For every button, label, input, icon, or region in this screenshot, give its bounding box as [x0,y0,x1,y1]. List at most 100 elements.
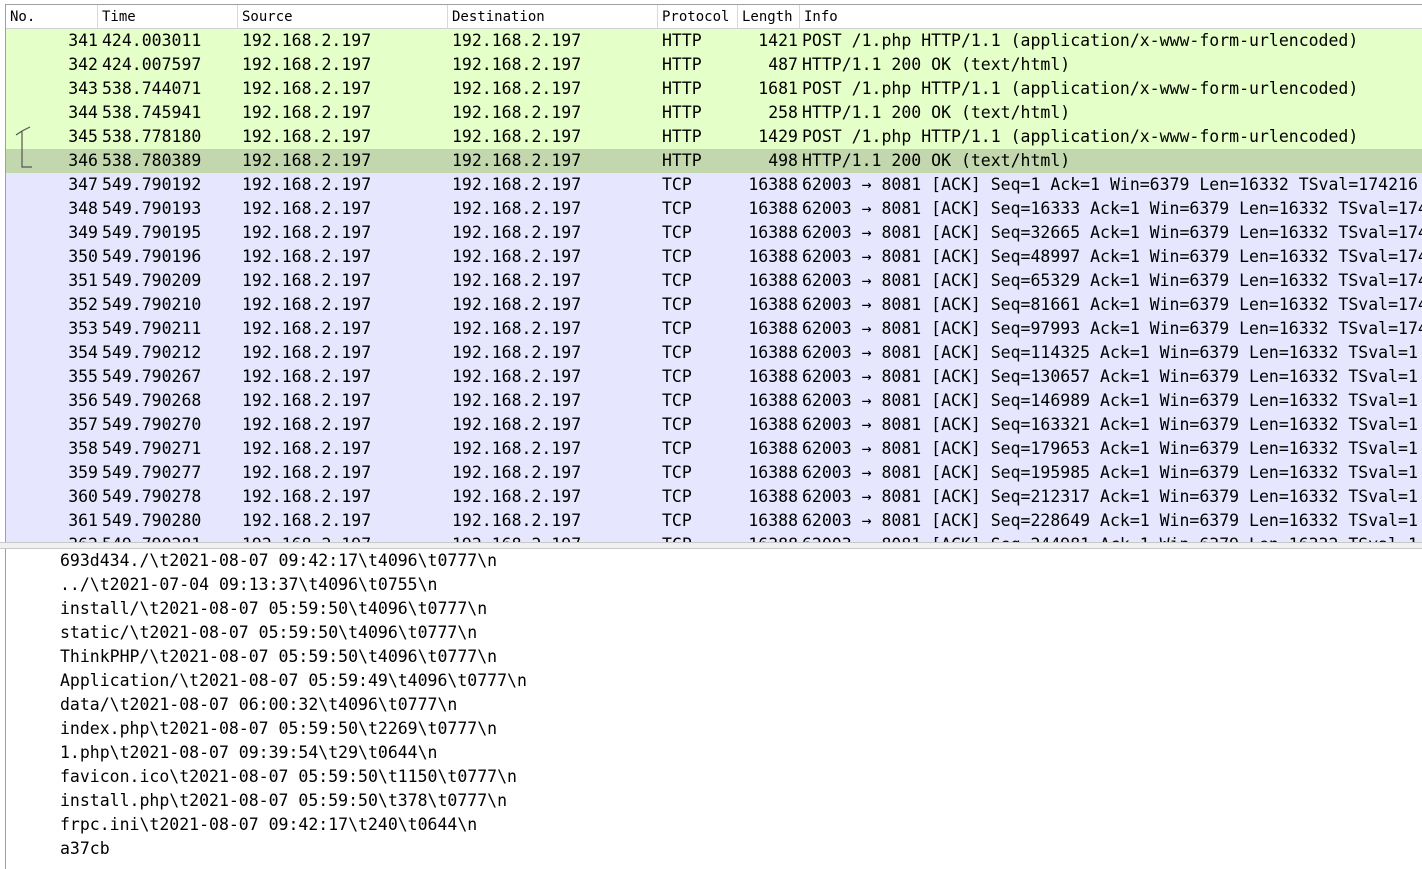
packet-no: 352 [68,295,98,314]
packet-length: 16388 [748,271,798,290]
content-line: install.php\t2021-08-07 05:59:50\t378\t0… [60,791,508,810]
content-line: ../\t2021-07-04 09:13:37\t4096\t0755\n [60,575,438,594]
packet-length: 258 [768,103,798,122]
packet-protocol: TCP [662,247,692,266]
packet-row[interactable]: 356 549.790268 192.168.2.197 192.168.2.197 T… [6,389,1422,413]
pane-splitter[interactable] [0,542,1422,549]
packet-row[interactable]: 350 549.790196 192.168.2.197 192.168.2.197 T… [6,245,1422,269]
packet-length: 1681 [758,79,798,98]
packet-no: 348 [68,199,98,218]
packet-source: 192.168.2.197 [242,55,372,74]
packet-row[interactable]: 349 549.790195 192.168.2.197 192.168.2.197 T… [6,221,1422,245]
packet-length: 16388 [748,487,798,506]
column-header-length[interactable]: Length [738,5,800,29]
packet-row[interactable]: 360 549.790278 192.168.2.197 192.168.2.197 T… [6,485,1422,509]
packet-no: 344 [68,103,98,122]
column-header-protocol[interactable]: Protocol [658,5,738,29]
packet-source: 192.168.2.197 [242,175,372,194]
packet-destination: 192.168.2.197 [452,319,582,338]
packet-length: 1429 [758,127,798,146]
packet-info: 62003 → 8081 [ACK] Seq=65329 Ack=1 Win=6… [802,271,1422,290]
packet-row[interactable]: 345 538.778180 192.168.2.197 192.168.2.197 H… [6,125,1422,149]
packet-time: 549.790193 [102,199,202,218]
packet-protocol: HTTP [662,151,702,170]
packet-row[interactable]: 342 424.007597 192.168.2.197 192.168.2.197 H… [6,53,1422,77]
packet-protocol: HTTP [662,103,702,122]
packet-length: 16388 [748,415,798,434]
content-line: 1.php\t2021-08-07 09:39:54\t29\t0644\n [60,743,438,762]
packet-info: 62003 → 8081 [ACK] Seq=130657 Ack=1 Win=… [802,367,1418,386]
packet-destination: 192.168.2.197 [452,79,582,98]
packet-destination: 192.168.2.197 [452,367,582,386]
column-header-info[interactable]: Info [800,5,1422,29]
packet-protocol: TCP [662,415,692,434]
packet-no: 347 [68,175,98,194]
column-header-no[interactable]: No. [6,5,98,29]
packet-destination: 192.168.2.197 [452,391,582,410]
packet-info: HTTP/1.1 200 OK (text/html) [802,103,1071,122]
packet-protocol: TCP [662,367,692,386]
packet-row[interactable]: 355 549.790267 192.168.2.197 192.168.2.197 T… [6,365,1422,389]
packet-row[interactable]: 354 549.790212 192.168.2.197 192.168.2.197 T… [6,341,1422,365]
packet-length: 498 [768,151,798,170]
packet-rows: 341 424.003011 192.168.2.197 192.168.2.197 H… [6,29,1422,542]
packet-row[interactable]: 347 549.790192 192.168.2.197 192.168.2.197 T… [6,173,1422,197]
packet-source: 192.168.2.197 [242,151,372,170]
packet-no: 349 [68,223,98,242]
packet-time: 549.790270 [102,415,202,434]
packet-source: 192.168.2.197 [242,31,372,50]
packet-info: POST /1.php HTTP/1.1 (application/x-www-… [802,31,1359,50]
packet-length: 16388 [748,391,798,410]
packet-source: 192.168.2.197 [242,295,372,314]
packet-length: 16388 [748,439,798,458]
packet-row[interactable]: 348 549.790193 192.168.2.197 192.168.2.197 T… [6,197,1422,221]
packet-time: 538.780389 [102,151,202,170]
packet-source: 192.168.2.197 [242,223,372,242]
column-header-source[interactable]: Source [238,5,448,29]
packet-destination: 192.168.2.197 [452,223,582,242]
packet-time: 549.790192 [102,175,202,194]
packet-info: 62003 → 8081 [ACK] Seq=1 Ack=1 Win=6379 … [802,175,1418,194]
packet-source: 192.168.2.197 [242,487,372,506]
packet-row[interactable]: 359 549.790277 192.168.2.197 192.168.2.197 T… [6,461,1422,485]
packet-source: 192.168.2.197 [242,533,452,542]
packet-row[interactable]: 344 538.745941 192.168.2.197 192.168.2.197 H… [6,101,1422,125]
packet-source: 192.168.2.197 [242,367,372,386]
packet-info: 62003 → 8081 [ACK] Seq=32665 Ack=1 Win=6… [802,223,1422,242]
packet-source: 192.168.2.197 [242,463,372,482]
content-lines: 693d434./\t2021-08-07 09:42:17\t4096\t07… [6,549,1422,861]
packet-row[interactable]: 352 549.790210 192.168.2.197 192.168.2.197 T… [6,293,1422,317]
packet-row[interactable]: 361 549.790280 192.168.2.197 192.168.2.197 T… [6,509,1422,533]
packet-time: 549.790212 [102,343,202,362]
packet-row[interactable]: 362549.790281192.168.2.197192.168.2.197T… [6,533,1422,542]
packet-destination: 192.168.2.197 [452,343,582,362]
packet-source: 192.168.2.197 [242,439,372,458]
packet-time: 549.790271 [102,439,202,458]
packet-time: 549.790196 [102,247,202,266]
packet-row[interactable]: 353 549.790211 192.168.2.197 192.168.2.197 T… [6,317,1422,341]
content-line: 693d434./\t2021-08-07 09:42:17\t4096\t07… [60,551,498,570]
packet-length: 16388 [748,319,798,338]
packet-list[interactable]: No. Time Source Destination Protocol Len… [5,4,1422,542]
packet-info: 62003 → 8081 [ACK] Seq=146989 Ack=1 Win=… [802,391,1418,410]
packet-row[interactable]: 357 549.790270 192.168.2.197 192.168.2.197 T… [6,413,1422,437]
column-header-time[interactable]: Time [98,5,238,29]
packet-source: 192.168.2.197 [242,127,372,146]
packet-row[interactable]: 343 538.744071 192.168.2.197 192.168.2.197 H… [6,77,1422,101]
packet-info: 62003 → 8081 [ACK] Seq=16333 Ack=1 Win=6… [802,199,1422,218]
packet-no: 360 [68,487,98,506]
packet-time: 549.790268 [102,391,202,410]
column-header-destination[interactable]: Destination [448,5,658,29]
packet-info: 62003 → 8081 [ACK] Seq=81661 Ack=1 Win=6… [802,295,1422,314]
packet-row[interactable]: 358 549.790271 192.168.2.197 192.168.2.197 T… [6,437,1422,461]
packet-row[interactable]: 351 549.790209 192.168.2.197 192.168.2.197 T… [6,269,1422,293]
packet-protocol: TCP [662,343,692,362]
packet-destination: 192.168.2.197 [452,463,582,482]
packet-row[interactable]: 346 538.780389 192.168.2.197 192.168.2.197 H… [6,149,1422,173]
packet-bytes-pane[interactable]: 693d434./\t2021-08-07 09:42:17\t4096\t07… [5,549,1422,869]
packet-source: 192.168.2.197 [242,103,372,122]
packet-time: 538.744071 [102,79,202,98]
packet-row[interactable]: 341 424.003011 192.168.2.197 192.168.2.197 H… [6,29,1422,53]
packet-protocol: HTTP [662,79,702,98]
packet-no: 361 [68,511,98,530]
